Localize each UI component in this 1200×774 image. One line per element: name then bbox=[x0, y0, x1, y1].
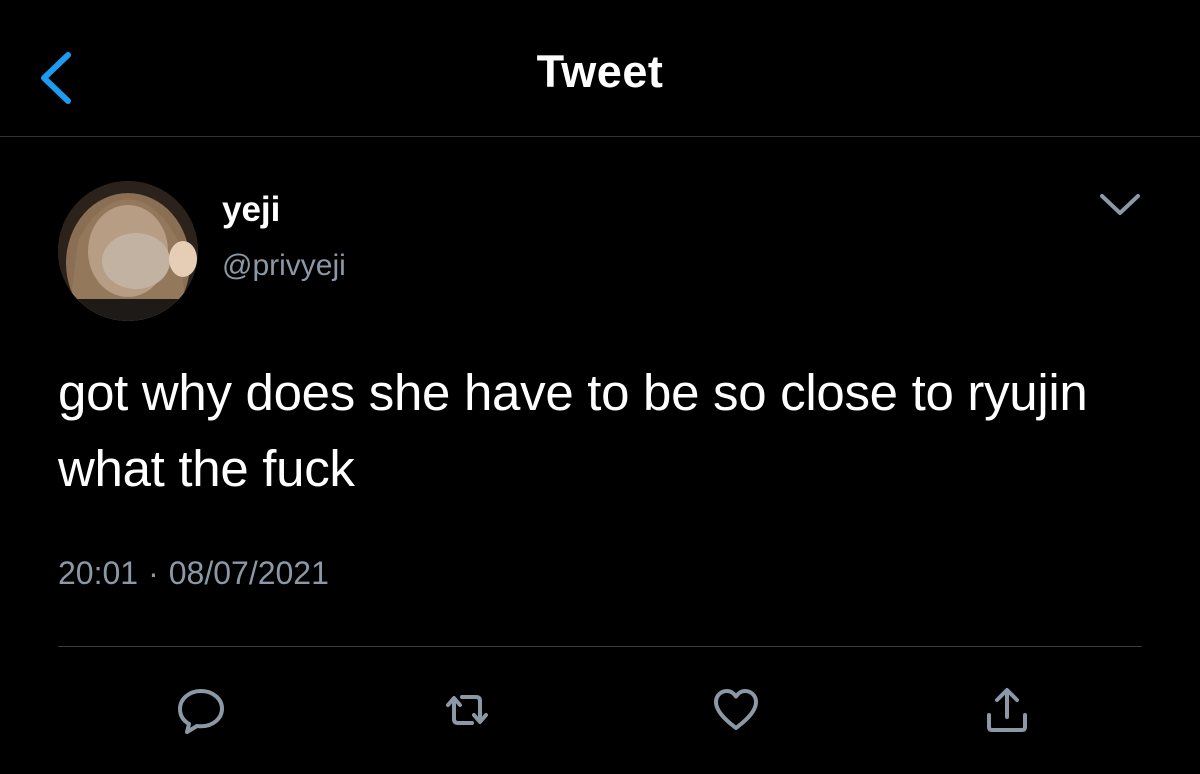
page-title: Tweet bbox=[536, 46, 664, 97]
avatar-image bbox=[58, 181, 198, 321]
share-button[interactable] bbox=[980, 683, 1034, 737]
reply-icon bbox=[178, 689, 224, 734]
more-options-button[interactable] bbox=[1094, 186, 1146, 222]
tweet-text: got why does she have to be so close to … bbox=[58, 364, 1088, 497]
tweet-time: 20:01 bbox=[58, 555, 139, 591]
reply-button[interactable] bbox=[174, 683, 228, 737]
share-icon bbox=[987, 688, 1027, 732]
avatar[interactable] bbox=[58, 181, 198, 321]
retweet-button[interactable] bbox=[440, 683, 494, 737]
meta-separator: · bbox=[148, 555, 159, 591]
like-button[interactable] bbox=[709, 683, 763, 737]
retweet-icon bbox=[446, 695, 488, 725]
like-icon bbox=[714, 689, 758, 730]
author-name[interactable]: yeji bbox=[222, 190, 280, 230]
tweet-date: 08/07/2021 bbox=[168, 555, 329, 591]
tweet-timestamp[interactable]: 20:01 · 08/07/2021 bbox=[58, 555, 329, 592]
divider bbox=[58, 646, 1142, 647]
top-navigation-bar: Tweet bbox=[0, 0, 1200, 137]
author-handle[interactable]: @privyeji bbox=[222, 249, 346, 283]
chevron-down-icon bbox=[1100, 194, 1140, 215]
